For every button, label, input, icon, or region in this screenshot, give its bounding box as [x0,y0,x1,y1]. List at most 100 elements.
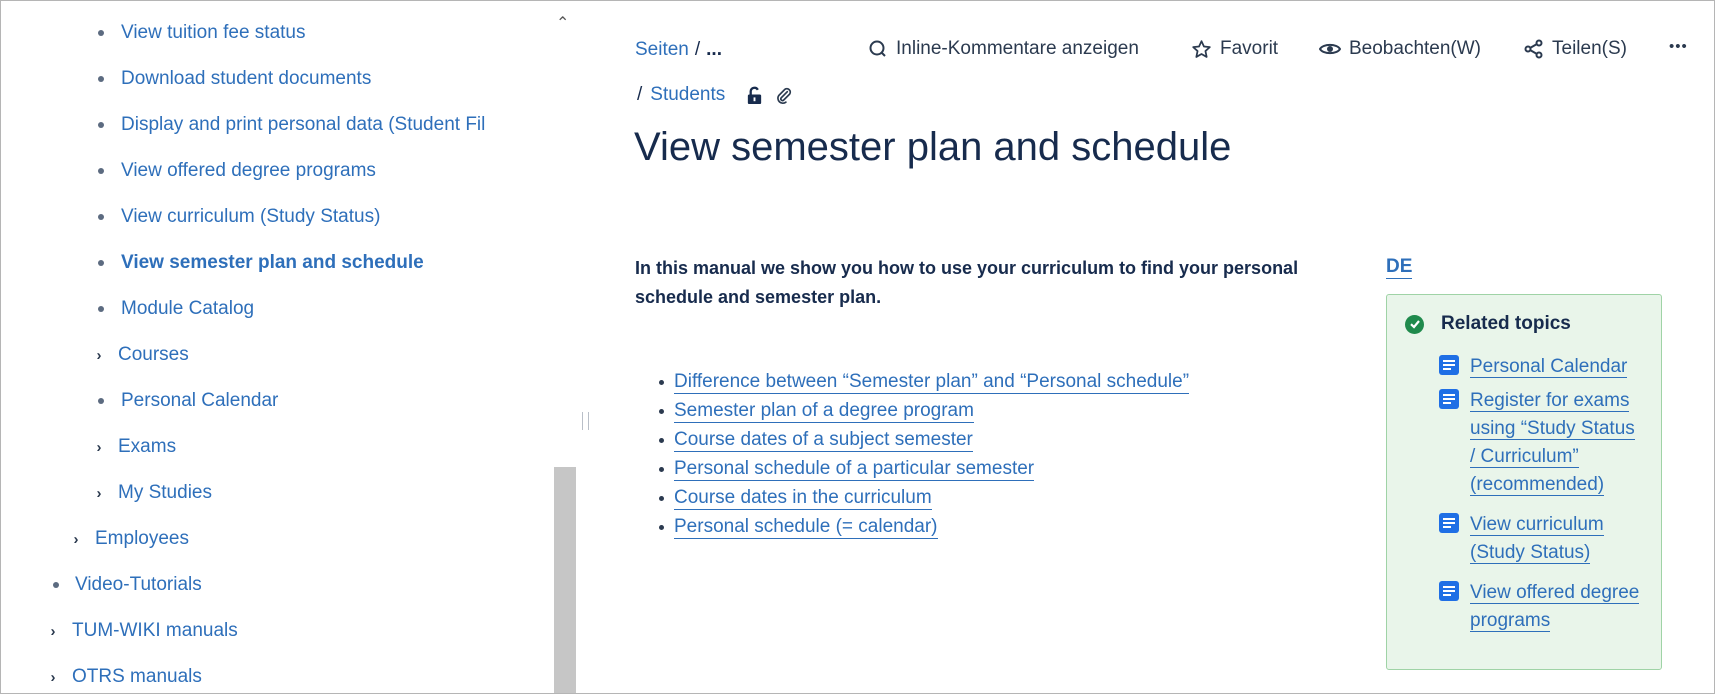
document-icon [1439,513,1459,533]
sidebar-item-curriculum[interactable]: View curriculum (Study Status) [98,206,380,228]
toc-link-personal-schedule-semester[interactable]: Personal schedule of a particular semest… [674,458,1035,481]
sidebar-item-personal-calendar[interactable]: Personal Calendar [98,390,278,412]
sidebar-item-module-catalog[interactable]: Module Catalog [98,298,254,320]
bullet-icon [659,380,664,385]
sidebar-item-video-tutorials[interactable]: Video-Tutorials [53,574,202,596]
sidebar-item-label: My Studies [118,482,212,503]
share-label: Teilen(S) [1552,38,1627,59]
bullet-icon [659,467,664,472]
sidebar-item-label: View curriculum (Study Status) [121,206,381,227]
bullet-icon [98,168,104,174]
sidebar-item-courses[interactable]: › Courses [91,344,189,366]
toc-link-course-dates-curriculum[interactable]: Course dates in the curriculum [674,487,932,510]
sidebar-item-my-studies[interactable]: › My Studies [91,482,212,504]
bullet-icon [98,30,104,36]
sidebar-item-label: Personal Calendar [121,390,279,411]
sidebar-scrollbar-thumb[interactable] [554,467,576,693]
sidebar-item-personal-data[interactable]: Display and print personal data (Student… [98,114,485,136]
bullet-icon [659,438,664,443]
sidebar-item-label: OTRS manuals [72,666,202,687]
toc-link-course-dates-semester[interactable]: Course dates of a subject semester [674,429,973,452]
bullet-icon [659,525,664,530]
related-topics-header: Related topics [1405,313,1571,335]
sidebar-item-label: View semester plan and schedule [121,252,424,273]
inline-comments-label: Inline-Kommentare anzeigen [896,38,1139,59]
unlock-icon[interactable] [745,86,764,105]
toc-item: Course dates in the curriculum [659,484,1189,513]
language-link-de[interactable]: DE [1386,255,1413,279]
sidebar-page-tree: View tuition fee status Download student… [1,1,549,693]
breadcrumb-separator: / [637,84,643,105]
intro-text: In this manual we show you how to use yo… [635,258,1299,307]
breadcrumb-ellipsis-button[interactable]: ... [706,39,722,60]
toc-item: Difference between “Semester plan” and “… [659,368,1190,397]
sidebar-resize-handle[interactable] [582,412,589,430]
bullet-icon [98,122,104,128]
related-link-view-curriculum[interactable]: View curriculum (Study Status) [1439,511,1604,567]
sidebar-item-label: TUM-WIKI manuals [72,620,238,641]
document-icon [1439,581,1459,601]
related-link-register-exams[interactable]: Register for exams using “Study Status / C… [1439,387,1635,499]
app-window: View tuition fee status Download student… [0,0,1715,694]
breadcrumb-parent: / Students [637,84,793,106]
related-topics-title: Related topics [1441,313,1571,334]
share-button[interactable]: Teilen(S) [1524,38,1627,60]
bullet-icon [98,306,104,312]
chevron-right-icon[interactable]: › [91,347,107,364]
sidebar-item-label: Employees [95,528,189,549]
chevron-right-icon[interactable]: › [91,485,107,502]
breadcrumb-root-link[interactable]: Seiten [635,39,689,60]
toc-link-semester-plan[interactable]: Semester plan of a degree program [674,400,974,423]
chevron-right-icon[interactable]: › [91,439,107,456]
chevron-right-icon[interactable]: › [45,669,61,686]
chevron-right-icon[interactable]: › [68,531,84,548]
toc-item: Course dates of a subject semester [659,426,1189,455]
sidebar-item-tum-wiki[interactable]: › TUM-WIKI manuals [45,620,238,642]
sidebar-item-semester-plan[interactable]: View semester plan and schedule [98,252,424,274]
eye-icon [1319,43,1341,55]
sidebar-item-degree-programs[interactable]: View offered degree programs [98,160,376,182]
sidebar-item-otrs[interactable]: › OTRS manuals [45,666,202,688]
comment-icon [869,40,886,57]
page-title: View semester plan and schedule [634,125,1232,169]
bullet-icon [98,260,104,266]
sidebar-item-exams[interactable]: › Exams [91,436,177,458]
inline-comments-button[interactable]: Inline-Kommentare anzeigen [868,38,1139,60]
bullet-icon [659,409,664,414]
scroll-up-arrow-icon[interactable]: ⌃ [556,13,569,33]
related-link-text[interactable]: Personal Calendar [1470,353,1628,381]
paperclip-icon[interactable] [774,86,793,105]
watch-label: Beobachten(W) [1349,38,1482,59]
related-link-degree-programs[interactable]: View offered degree programs [1439,579,1640,635]
more-actions-button[interactable]: ••• [1669,38,1688,55]
bullet-icon [659,496,664,501]
star-icon [1192,39,1211,58]
watch-button[interactable]: Beobachten(W) [1319,38,1481,60]
toc-item: Personal schedule of a particular semest… [659,455,1189,484]
chevron-right-icon[interactable]: › [45,623,61,640]
toc-item: Semester plan of a degree program [659,397,1189,426]
toc-link-difference[interactable]: Difference between “Semester plan” and “… [674,371,1190,394]
sidebar-item-label: Courses [118,344,189,365]
sidebar-item-tuition-fee[interactable]: View tuition fee status [98,22,305,44]
related-topics-panel: Related topics Personal Calendar Registe… [1386,294,1662,670]
related-link-personal-calendar[interactable]: Personal Calendar [1439,353,1628,381]
favorite-button[interactable]: Favorit [1191,38,1278,60]
related-link-text[interactable]: View offered degree programs [1470,579,1640,635]
sidebar-item-label: Display and print personal data (Student… [121,114,486,135]
sidebar-item-label: Video-Tutorials [75,574,202,595]
related-link-text[interactable]: Register for exams using “Study Status / C… [1470,387,1635,499]
check-circle-icon [1405,314,1424,334]
sidebar-item-label: Module Catalog [121,298,255,319]
breadcrumb-students-link[interactable]: Students [650,84,725,106]
favorite-label: Favorit [1220,38,1279,59]
bullet-icon [53,582,59,588]
related-link-text[interactable]: View curriculum (Study Status) [1470,511,1604,567]
sidebar-item-download-documents[interactable]: Download student documents [98,68,371,90]
breadcrumb: Seiten /... [635,39,722,61]
sidebar-item-employees[interactable]: › Employees [68,528,190,550]
breadcrumb-separator: / [694,39,701,60]
document-icon [1439,355,1459,375]
sidebar-item-label: Download student documents [121,68,372,89]
toc-link-personal-schedule-calendar[interactable]: Personal schedule (= calendar) [674,516,938,539]
